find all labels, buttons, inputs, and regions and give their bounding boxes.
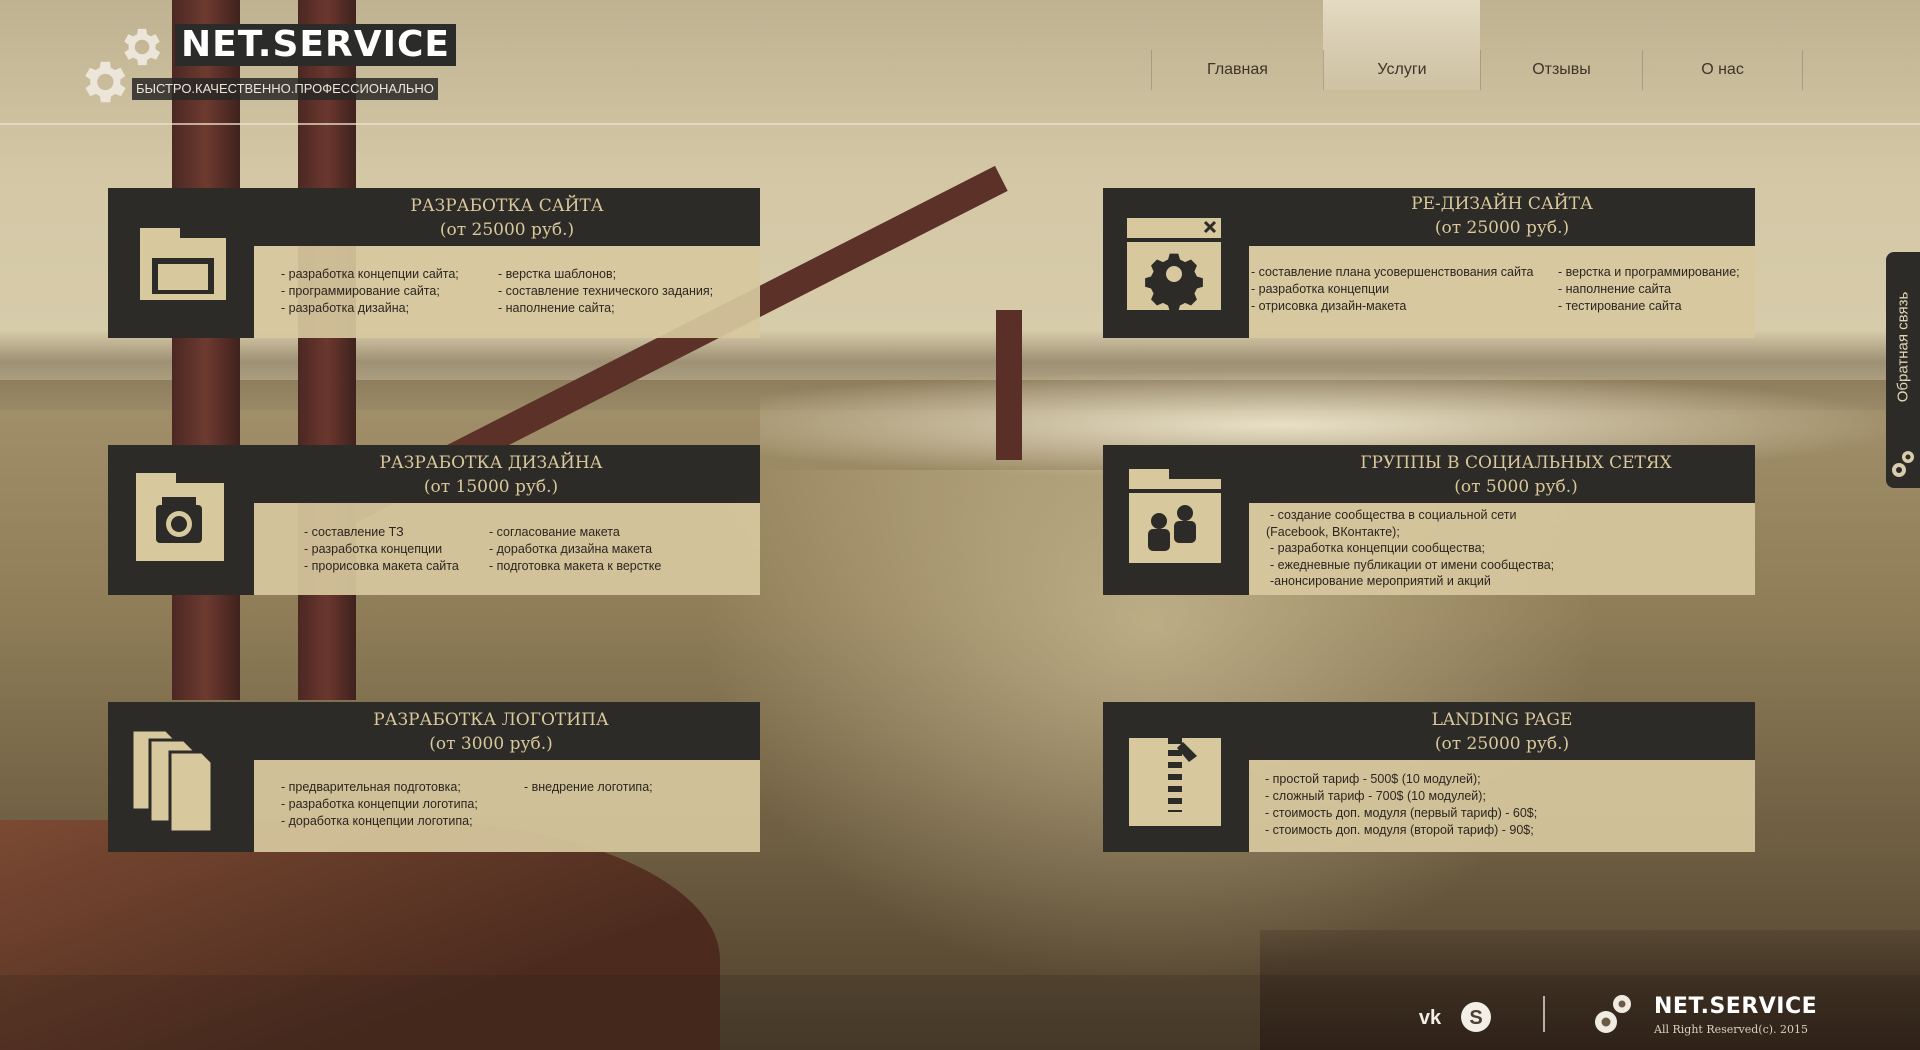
service-title: РАЗРАБОТКА ДИЗАЙНА (от 15000 руб.): [238, 451, 744, 499]
bridge-far-tower: [996, 310, 1022, 460]
service-card-logo[interactable]: РАЗРАБОТКА ЛОГОТИПА (от 3000 руб.) предв…: [108, 702, 760, 852]
service-card-social-groups[interactable]: ГРУППЫ В СОЦИАЛЬНЫХ СЕТЯХ (от 5000 руб.)…: [1103, 445, 1755, 595]
service-title: РАЗРАБОТКА САЙТА (от 25000 руб.): [254, 194, 760, 242]
service-price: (от 15000 руб.): [423, 477, 559, 497]
list-item: разработка дизайна;: [281, 300, 459, 317]
service-features: верстка и программирование; наполнение с…: [1558, 264, 1740, 315]
service-features: предварительная подготовка; разработка к…: [281, 779, 478, 830]
list-item: (Facebook, ВКонтакте);: [1266, 524, 1400, 539]
service-features: составление ТЗ разработка концепции прор…: [304, 524, 459, 575]
brand-name: NET.SERVICE: [175, 24, 456, 66]
list-item: прорисовка макета сайта: [304, 558, 459, 575]
gear-icon: [124, 28, 161, 66]
service-price: (от 25000 руб.): [1434, 734, 1570, 754]
list-item: верстка и программирование;: [1558, 264, 1740, 281]
nav-item-home[interactable]: Главная: [1151, 50, 1323, 90]
service-name: РАЗРАБОТКА САЙТА: [410, 196, 604, 216]
list-item: составление технического задания;: [498, 283, 713, 300]
service-name: ГРУППЫ В СОЦИАЛЬНЫХ СЕТЯХ: [1360, 453, 1672, 473]
list-item: стоимость доп. модуля (первый тариф) - 6…: [1265, 805, 1538, 822]
footer-brand: NET.SERVICE: [1654, 994, 1818, 1019]
feedback-label: Обратная связь: [1894, 291, 1912, 403]
main-nav: Главная Услуги Отзывы О нас: [1151, 50, 1803, 90]
service-price: (от 25000 руб.): [439, 220, 575, 240]
list-item: простой тариф - 500$ (10 модулей);: [1265, 771, 1537, 788]
footer-divider: [1543, 996, 1545, 1032]
list-item: согласование макета: [489, 524, 661, 541]
brand-slogan: БЫСТРО.КАЧЕСТВЕННО.ПРОФЕССИОНАЛЬНО: [132, 78, 438, 100]
list-item: разработка концепции: [304, 541, 459, 558]
nav-item-reviews[interactable]: Отзывы: [1480, 50, 1642, 90]
service-features: согласование макета доработка дизайна ма…: [489, 524, 662, 575]
settings-window-icon: [1127, 218, 1221, 312]
list-item: наполнение сайта;: [498, 300, 713, 317]
service-name: LANDING PAGE: [1431, 710, 1573, 730]
site-logo[interactable]: NET.SERVICE БЫСТРО.КАЧЕСТВЕННО.ПРОФЕССИО…: [75, 22, 456, 103]
list-item: тестирование сайта: [1558, 298, 1740, 315]
service-card-redesign[interactable]: РЕ-ДИЗАЙН САЙТА (от 25000 руб.) составле…: [1103, 188, 1755, 338]
window-icon: [140, 228, 226, 300]
service-features: верстка шаблонов; составление техническо…: [498, 266, 713, 317]
nav-item-about[interactable]: О нас: [1642, 50, 1803, 90]
service-features: внедрение логотипа;: [524, 779, 653, 796]
list-item: сложный тариф - 700$ (10 модулей);: [1265, 788, 1537, 805]
list-item: разработка концепции сайта;: [281, 266, 459, 283]
list-item: стоимость доп. модуля (второй тариф) - 9…: [1265, 822, 1537, 839]
service-features: простой тариф - 500$ (10 модулей); сложн…: [1265, 771, 1538, 839]
service-title: РЕ-ДИЗАЙН САЙТА (от 25000 руб.): [1249, 192, 1755, 240]
list-item: составление ТЗ: [304, 524, 459, 541]
nav-item-services[interactable]: Услуги: [1323, 50, 1480, 90]
users-folder-icon: [1127, 469, 1223, 563]
list-item: создание сообщества в социальной сети: [1266, 507, 1554, 524]
list-item: программирование сайта;: [281, 283, 459, 300]
service-name: РАЗРАБОТКА ЛОГОТИПА: [373, 710, 609, 730]
service-title: ГРУППЫ В СОЦИАЛЬНЫХ СЕТЯХ (от 5000 руб.): [1263, 451, 1769, 499]
documents-icon: [130, 730, 214, 834]
list-item: составление плана усовершенствования сай…: [1251, 264, 1534, 281]
footer-logo[interactable]: NET.SERVICE All Right Reserved(c). 2015: [1592, 990, 1817, 1050]
svg-text:vk: vk: [1419, 1007, 1442, 1029]
service-price: (от 3000 руб.): [429, 734, 553, 754]
camera-icon: [136, 473, 224, 561]
skype-icon[interactable]: S: [1458, 999, 1494, 1035]
list-item: -анонсирование мероприятий и акций: [1270, 574, 1491, 589]
list-item: верстка шаблонов;: [498, 266, 713, 283]
bridge-tower: [298, 0, 356, 700]
service-card-design[interactable]: РАЗРАБОТКА ДИЗАЙНА (от 15000 руб.) соста…: [108, 445, 760, 595]
list-item: подготовка макета к верстке: [489, 558, 662, 575]
service-price: (от 5000 руб.): [1454, 477, 1578, 497]
list-item: доработка дизайна макета: [489, 541, 661, 558]
svg-text:S: S: [1469, 1007, 1482, 1029]
service-name: РАЗРАБОТКА ДИЗАЙНА: [379, 453, 603, 473]
service-card-landing-page[interactable]: LANDING PAGE (от 25000 руб.) простой тар…: [1103, 702, 1755, 852]
gear-icon: [1892, 451, 1914, 477]
service-features: разработка концепции сайта; программиров…: [281, 266, 459, 317]
bridge-tower: [172, 0, 240, 700]
service-features: создание сообщества в социальной сети (F…: [1266, 507, 1554, 590]
list-item: разработка концепции логотипа;: [281, 796, 478, 813]
service-features: составление плана усовершенствования сай…: [1251, 264, 1534, 315]
vk-icon[interactable]: vk: [1412, 999, 1448, 1035]
list-item: отрисовка дизайн-макета: [1251, 298, 1534, 315]
feedback-tab[interactable]: Обратная связь: [1886, 252, 1920, 488]
service-name: РЕ-ДИЗАЙН САЙТА: [1411, 194, 1593, 214]
service-title: LANDING PAGE (от 25000 руб.): [1249, 708, 1755, 756]
list-item: разработка концепции сообщества;: [1266, 540, 1554, 557]
list-item: ежедневные публикации от имени сообществ…: [1266, 557, 1555, 574]
list-item: внедрение логотипа;: [524, 779, 653, 796]
gear-icon: [1595, 995, 1631, 1033]
copyright: All Right Reserved(c). 2015: [1654, 1023, 1809, 1036]
service-card-website[interactable]: РАЗРАБОТКА САЙТА (от 25000 руб.) разрабо…: [108, 188, 760, 338]
header-divider: [0, 123, 1920, 125]
list-item: доработка концепции логотипа;: [281, 813, 478, 830]
list-item: разработка концепции: [1251, 281, 1534, 298]
list-item: предварительная подготовка;: [281, 779, 478, 796]
zip-archive-icon: [1129, 738, 1221, 826]
service-title: РАЗРАБОТКА ЛОГОТИПА (от 3000 руб.): [238, 708, 744, 756]
service-price: (от 25000 руб.): [1434, 218, 1570, 238]
list-item: наполнение сайта: [1558, 281, 1740, 298]
